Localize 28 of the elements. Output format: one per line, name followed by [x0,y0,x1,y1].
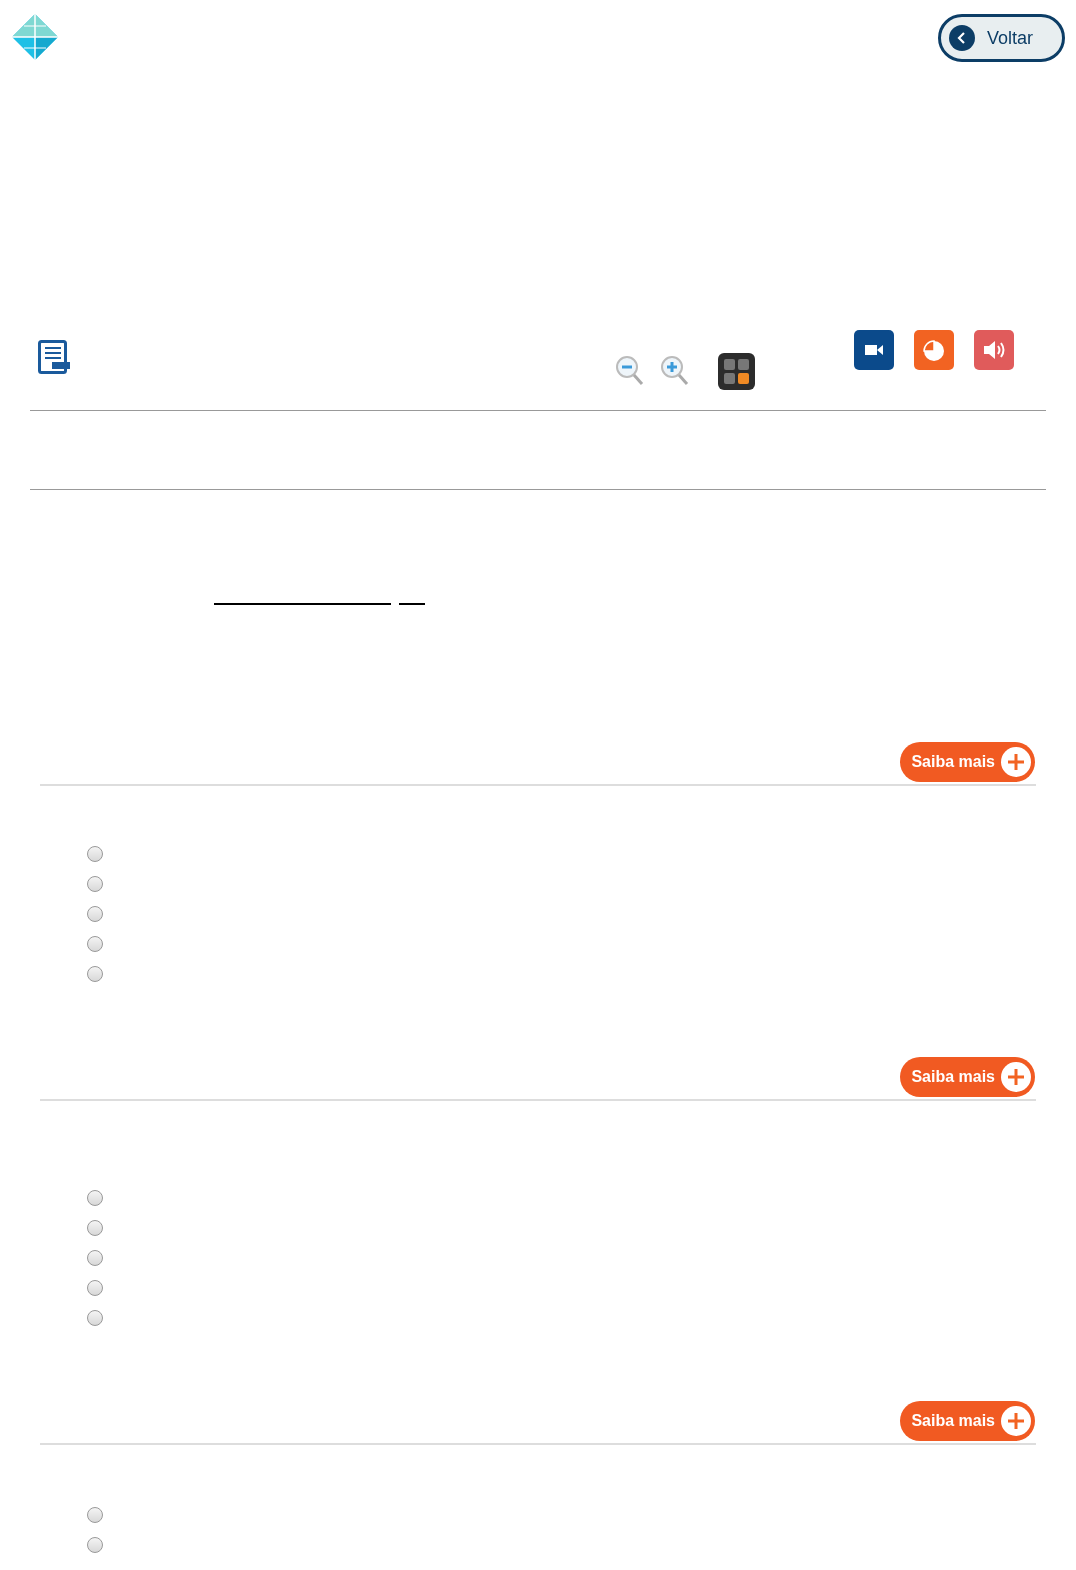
plus-icon [1001,1406,1031,1436]
calculator-icon[interactable] [718,353,755,390]
radio-button[interactable] [87,906,103,922]
plus-icon [1001,1062,1031,1092]
chevron-left-icon [949,25,975,51]
radio-button[interactable] [87,1220,103,1236]
saiba-mais-button[interactable]: Saiba mais [900,1057,1035,1097]
radio-button[interactable] [87,876,103,892]
back-button[interactable]: Voltar [938,14,1065,62]
speaker-icon[interactable] [974,330,1014,370]
radio-button[interactable] [87,1190,103,1206]
radio-button[interactable] [87,1537,103,1553]
radio-button[interactable] [87,966,103,982]
plus-icon [1001,747,1031,777]
pie-chart-icon[interactable] [914,330,954,370]
radio-button[interactable] [87,1280,103,1296]
radio-button[interactable] [87,1507,103,1523]
saiba-mais-button[interactable]: Saiba mais [900,742,1035,782]
zoom-in-icon[interactable] [660,355,690,387]
video-camera-icon[interactable] [854,330,894,370]
radio-button[interactable] [87,1250,103,1266]
radio-button[interactable] [87,936,103,952]
radio-button[interactable] [87,1310,103,1326]
logo-icon [12,14,58,60]
document-list-icon[interactable] [38,340,70,374]
radio-button[interactable] [87,846,103,862]
saiba-mais-button[interactable]: Saiba mais [900,1401,1035,1441]
zoom-out-icon[interactable] [615,355,645,387]
